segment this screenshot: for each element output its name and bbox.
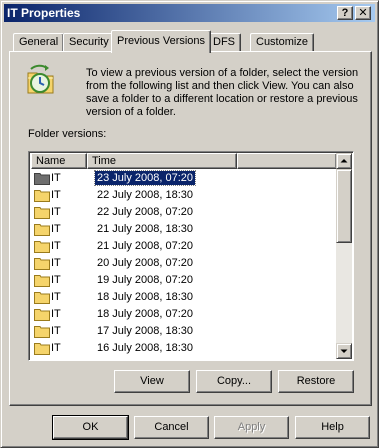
tab-previous-versions[interactable]: Previous Versions <box>111 30 212 53</box>
version-time: 18 July 2008, 18:30 <box>97 291 194 303</box>
scroll-up-button[interactable] <box>336 153 352 169</box>
restore-button[interactable]: Restore <box>278 370 354 393</box>
folder-clock-icon <box>27 64 54 94</box>
vertical-scrollbar[interactable] <box>336 153 352 359</box>
view-button[interactable]: View <box>114 370 190 393</box>
folder-icon <box>34 258 50 270</box>
version-name: IT <box>51 308 61 320</box>
list-item[interactable]: IT 17 July 2008, 18:30 <box>31 323 337 340</box>
tab-customize[interactable]: Customize <box>250 33 314 52</box>
cancel-button[interactable]: Cancel <box>134 416 209 439</box>
version-time: 22 July 2008, 18:30 <box>97 189 194 201</box>
list-item[interactable]: IT 20 July 2008, 07:20 <box>31 255 337 272</box>
list-item[interactable]: IT 16 July 2008, 18:30 <box>31 340 337 357</box>
version-time: 20 July 2008, 07:20 <box>97 257 194 269</box>
column-header-name[interactable]: Name <box>31 153 87 169</box>
folder-icon <box>34 343 50 355</box>
folder-icon <box>34 190 50 202</box>
version-name: IT <box>51 189 61 201</box>
properties-window: IT Properties ? ✕ General Security Previ… <box>0 0 379 448</box>
version-name: IT <box>51 240 61 252</box>
version-name: IT <box>51 274 61 286</box>
version-name: IT <box>51 342 61 354</box>
scroll-down-arrow-icon <box>340 349 348 353</box>
folder-icon <box>34 326 50 338</box>
list-item[interactable]: IT 21 July 2008, 07:20 <box>31 238 337 255</box>
folder-icon <box>34 309 50 321</box>
apply-button[interactable]: Apply <box>214 416 289 439</box>
version-time: 23 July 2008, 07:20 <box>93 170 197 186</box>
tab-security[interactable]: Security <box>63 33 115 52</box>
version-name: IT <box>51 223 61 235</box>
version-time: 21 July 2008, 18:30 <box>97 223 194 235</box>
window-title: IT Properties <box>7 6 81 20</box>
version-time: 16 July 2008, 18:30 <box>97 342 194 354</box>
folder-icon <box>34 275 50 287</box>
list-item[interactable]: IT 18 July 2008, 18:30 <box>31 289 337 306</box>
version-time: 19 July 2008, 07:20 <box>97 274 194 286</box>
ok-button[interactable]: OK <box>52 415 129 440</box>
folder-versions-label: Folder versions: <box>28 128 107 140</box>
list-header: Name Time <box>31 153 337 169</box>
list-item[interactable]: IT 22 July 2008, 18:30 <box>31 187 337 204</box>
close-button[interactable]: ✕ <box>355 6 371 20</box>
version-name: IT <box>51 172 61 184</box>
scroll-up-arrow-icon <box>340 159 348 163</box>
list-item[interactable]: IT 19 July 2008, 07:20 <box>31 272 337 289</box>
list-item[interactable]: IT 18 July 2008, 07:20 <box>31 306 337 323</box>
list-item[interactable]: IT 21 July 2008, 18:30 <box>31 221 337 238</box>
version-time: 18 July 2008, 07:20 <box>97 308 194 320</box>
version-time: 17 July 2008, 18:30 <box>97 325 194 337</box>
scroll-thumb[interactable] <box>336 169 352 243</box>
folder-versions-list[interactable]: Name Time IT 23 July 2008, 07:20 IT 22 J… <box>28 151 354 361</box>
scroll-down-button[interactable] <box>336 343 352 359</box>
version-time: 21 July 2008, 07:20 <box>97 240 194 252</box>
version-name: IT <box>51 206 61 218</box>
info-text: To view a previous version of a folder, … <box>86 67 359 118</box>
column-header-time[interactable]: Time <box>87 153 237 169</box>
help-title-button[interactable]: ? <box>337 6 353 20</box>
list-rows: IT 23 July 2008, 07:20 IT 22 July 2008, … <box>31 170 337 357</box>
folder-icon <box>34 207 50 219</box>
tab-dfs[interactable]: DFS <box>207 33 241 52</box>
folder-icon <box>34 224 50 236</box>
tab-strip: General Security Previous Versions DFS C… <box>9 30 371 53</box>
list-item[interactable]: IT 22 July 2008, 07:20 <box>31 204 337 221</box>
folder-icon <box>34 241 50 253</box>
copy-button[interactable]: Copy... <box>196 370 272 393</box>
version-name: IT <box>51 325 61 337</box>
version-name: IT <box>51 257 61 269</box>
list-item[interactable]: IT 23 July 2008, 07:20 <box>31 170 337 187</box>
tab-general[interactable]: General <box>13 33 65 52</box>
help-button[interactable]: Help <box>295 416 370 439</box>
folder-icon <box>34 292 50 304</box>
title-bar[interactable]: IT Properties ? ✕ <box>4 4 375 22</box>
version-time: 22 July 2008, 07:20 <box>97 206 194 218</box>
column-header-filler <box>237 153 337 169</box>
version-name: IT <box>51 291 61 303</box>
folder-icon <box>34 173 50 185</box>
